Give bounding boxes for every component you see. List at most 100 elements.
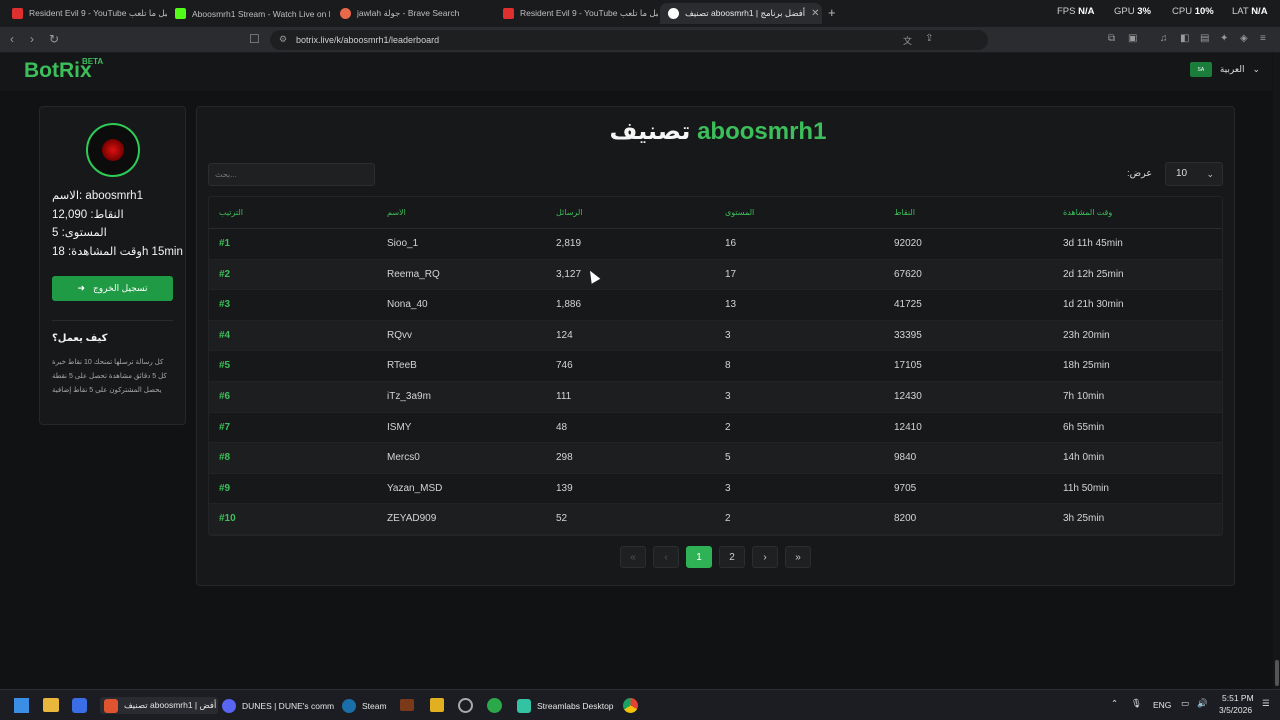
store-icon[interactable] xyxy=(72,698,87,713)
extensions-icon[interactable]: ⧉ xyxy=(1108,33,1115,44)
title-username: aboosmrh1 xyxy=(697,118,827,145)
language-selector[interactable]: SA العربية ⌄ xyxy=(1189,62,1260,77)
browser-tab[interactable]: Aboosmrh1 Stream - Watch Live on K xyxy=(167,3,330,24)
close-tab-icon[interactable]: ✕ xyxy=(811,8,819,19)
cell-points: 8200 xyxy=(894,513,917,525)
site-settings-icon[interactable]: ⚙ xyxy=(279,34,287,45)
url-field[interactable]: botrix.live/k/aboosmrh1/leaderboard xyxy=(270,30,988,50)
cell-points: 67620 xyxy=(894,268,922,280)
cell-name: ZEYAD909 xyxy=(387,513,437,525)
cell-rank: #9 xyxy=(219,482,231,494)
volume-icon[interactable]: 🔊 xyxy=(1197,698,1208,709)
cell-level: 3 xyxy=(725,482,731,494)
table-row: #4 RQvv 124 3 33395 23h 20min xyxy=(209,320,1222,352)
cell-rank: #10 xyxy=(219,513,236,525)
how-it-works-line: يحصل المشتركون على 5 نقاط إضافية xyxy=(52,387,162,394)
first-page-button[interactable]: « xyxy=(620,546,646,568)
search-input[interactable]: بحث... xyxy=(208,163,375,186)
cell-rank: #4 xyxy=(219,329,231,341)
column-header-points[interactable]: النقاط xyxy=(894,208,915,217)
file-explorer-icon[interactable] xyxy=(43,698,59,712)
table-row: #5 RTeeB 746 8 17105 18h 25min xyxy=(209,351,1222,382)
brave-icon xyxy=(104,698,118,713)
cell-level: 16 xyxy=(725,238,737,249)
app-icon[interactable] xyxy=(458,698,473,713)
next-page-button[interactable]: › xyxy=(752,546,778,568)
prev-page-button[interactable]: ‹ xyxy=(653,546,679,568)
wallet-icon[interactable]: ▤ xyxy=(1200,33,1209,44)
table-row: #3 Nona_40 1,886 13 41725 1d 21h 30min xyxy=(209,290,1222,321)
cell-level: 2 xyxy=(725,513,731,525)
back-icon[interactable]: ‹ xyxy=(10,32,14,46)
app-icon[interactable] xyxy=(430,698,444,712)
page-size-select[interactable]: 10 ⌄ xyxy=(1165,162,1223,186)
clock-date[interactable]: 3/5/2026 xyxy=(1219,705,1252,715)
new-tab-button[interactable]: + xyxy=(828,5,836,20)
notifications-icon[interactable]: ☰ xyxy=(1262,698,1270,709)
network-icon[interactable]: ▭ xyxy=(1181,698,1189,709)
sidebar-icon[interactable]: ◧ xyxy=(1180,33,1189,44)
avatar-image xyxy=(102,139,124,161)
bookmark-icon[interactable]: ☐ xyxy=(249,32,260,46)
browser-tab[interactable]: Resident Evil 9 - YouTube قبل ما تلعب xyxy=(4,3,167,24)
page-button-2[interactable]: 2 xyxy=(719,546,745,568)
forward-icon[interactable]: › xyxy=(30,32,34,46)
column-header-name[interactable]: الاسم xyxy=(387,208,406,217)
page-scrollbar[interactable] xyxy=(1273,53,1280,689)
reload-icon[interactable]: ↻ xyxy=(49,32,59,46)
cell-messages: 111 xyxy=(556,391,572,402)
cell-watchtime: 7h 10min xyxy=(1063,391,1105,402)
taskbar-app-brave[interactable]: تصنيف aboosmrh1 | أفض xyxy=(100,697,218,714)
column-header-messages[interactable]: الرسائل xyxy=(556,208,583,217)
page-size-value: 10 xyxy=(1176,168,1188,179)
title-word: تصنيف xyxy=(609,118,691,145)
leaderboard-table: الترتيب الاسم الرسائل المستوى النقاط وقت… xyxy=(208,196,1223,536)
taskbar-app-steam[interactable]: Steam xyxy=(342,697,387,714)
taskbar-app-label: DUNES | DUNE's comm xyxy=(242,700,335,711)
chrome-icon[interactable] xyxy=(623,698,638,713)
screenshot-icon[interactable]: ▣ xyxy=(1128,33,1137,44)
windows-taskbar: تصنيف aboosmrh1 | أفض DUNES | DUNE's com… xyxy=(0,689,1280,720)
page-size-label: :عرض xyxy=(1127,168,1153,179)
logout-button[interactable]: ➜ تسجيل الخروج xyxy=(52,276,173,301)
table-row: #1 Sioo_1 2,819 16 92020 3d 11h 45min xyxy=(209,229,1222,260)
browser-tab[interactable]: Resident Evil 9 - YouTube قبل ما تلعب xyxy=(495,3,658,24)
share-icon[interactable]: ⇪ xyxy=(925,33,933,44)
taskbar-app-label: Steam xyxy=(362,700,387,711)
taskbar-app-discord[interactable]: DUNES | DUNE's comm xyxy=(222,697,334,714)
cell-points: 17105 xyxy=(894,360,922,372)
microphone-icon[interactable]: 🎙 xyxy=(1131,698,1142,709)
cell-messages: 1,886 xyxy=(556,299,582,311)
page-button-1[interactable]: 1 xyxy=(686,546,712,568)
tray-chevron-icon[interactable]: ⌃ xyxy=(1111,698,1118,709)
input-language[interactable]: ENG xyxy=(1153,700,1171,710)
taskbar-app-streamlabs[interactable]: Streamlabs Desktop xyxy=(517,697,614,714)
cell-rank: #1 xyxy=(219,238,231,249)
browser-tab[interactable]: jawlah جولة - Brave Search xyxy=(332,3,495,24)
chevron-down-icon: ⌄ xyxy=(1206,169,1214,179)
column-header-level[interactable]: المستوى xyxy=(725,208,754,217)
last-page-button[interactable]: » xyxy=(785,546,811,568)
cell-name: Mercs0 xyxy=(387,452,420,464)
cell-watchtime: 1d 21h 30min xyxy=(1063,299,1124,311)
language-label: العربية xyxy=(1219,64,1245,74)
media-icon[interactable]: ♫ xyxy=(1160,33,1168,44)
translate-icon[interactable]: 文 xyxy=(903,34,912,47)
streamlabs-icon xyxy=(517,698,531,713)
clock-time[interactable]: 5:51 PM xyxy=(1222,693,1254,703)
leo-icon[interactable]: ✦ xyxy=(1220,33,1228,44)
discord-icon xyxy=(222,698,236,713)
column-header-rank[interactable]: الترتيب xyxy=(219,208,243,217)
xbox-icon[interactable] xyxy=(487,698,502,713)
tab-title: Resident Evil 9 - YouTube قبل ما تلعب xyxy=(29,8,167,18)
scrollbar-thumb[interactable] xyxy=(1275,660,1279,686)
app-icon[interactable] xyxy=(400,699,414,711)
windows-start-icon[interactable] xyxy=(14,698,29,713)
vpn-icon[interactable]: ◈ xyxy=(1240,33,1248,44)
cell-level: 3 xyxy=(725,391,731,402)
menu-icon[interactable]: ≡ xyxy=(1260,33,1266,44)
column-header-watchtime[interactable]: وقت المشاهدة xyxy=(1063,208,1112,217)
gpu-readout: GPU 3% xyxy=(1114,6,1151,17)
cell-points: 33395 xyxy=(894,329,922,341)
browser-tab-active[interactable]: تصنيف aboosmrh1 | أفضل برنامج ✕ xyxy=(660,3,822,24)
